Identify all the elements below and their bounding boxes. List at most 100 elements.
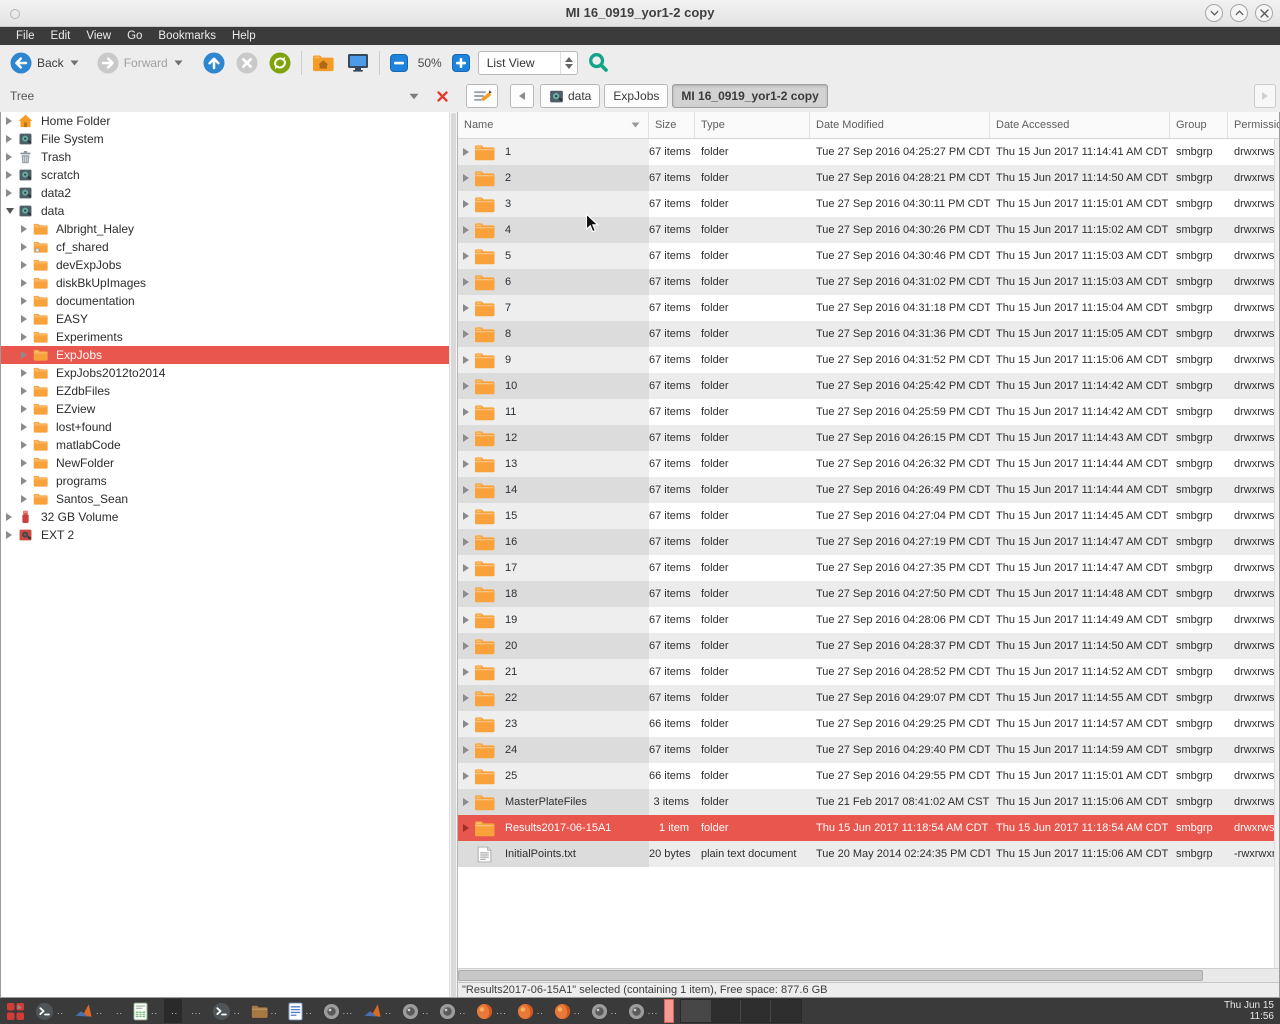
table-row[interactable]: MasterPlateFiles 3 items folder Tue 21 F… [458,789,1280,815]
taskbar-item[interactable]: .. [247,999,282,1023]
sidebar-tree-item-documentation[interactable]: documentation [0,292,457,310]
table-row[interactable]: 8 67 items folder Tue 27 Sep 2016 04:31:… [458,321,1280,347]
row-expander-icon[interactable] [458,303,474,313]
table-row[interactable]: 21 67 items folder Tue 27 Sep 2016 04:28… [458,659,1280,685]
expander-icon[interactable] [20,494,33,504]
table-row[interactable]: 19 67 items folder Tue 27 Sep 2016 04:28… [458,607,1280,633]
column-header-date-accessed[interactable]: Date Accessed [990,112,1170,138]
workspace-cell-4[interactable] [771,1000,801,1022]
table-row[interactable]: 25 66 items folder Tue 27 Sep 2016 04:29… [458,763,1280,789]
taskbar-item[interactable]: .. [164,999,182,1023]
expander-icon[interactable] [5,170,18,180]
table-row[interactable]: 9 67 items folder Tue 27 Sep 2016 04:31:… [458,347,1280,373]
taskbar-item[interactable]: .. [31,999,68,1023]
sidebar-tree-item-lost-found[interactable]: lost+found [0,418,457,436]
table-row[interactable]: 2 67 items folder Tue 27 Sep 2016 04:28:… [458,165,1280,191]
expander-icon[interactable] [20,404,33,414]
expander-icon[interactable] [20,440,33,450]
app-launcher-button[interactable] [2,999,29,1023]
taskbar-item[interactable]: .. [359,999,396,1023]
sidebar-tree-item-expjobs2012to2014[interactable]: ExpJobs2012to2014 [0,364,457,382]
sidebar-tree-item-scratch[interactable]: scratch [0,166,457,184]
column-header-type[interactable]: Type [695,112,810,138]
taskbar-item[interactable]: ... [319,999,358,1023]
view-mode-select[interactable]: List View [478,51,578,75]
menu-file[interactable]: File [8,27,43,45]
expander-icon[interactable] [20,332,33,342]
expander-icon[interactable] [20,314,33,324]
table-row[interactable]: 4 67 items folder Tue 27 Sep 2016 04:30:… [458,217,1280,243]
table-row[interactable]: 22 67 items folder Tue 27 Sep 2016 04:29… [458,685,1280,711]
expander-icon[interactable] [5,207,18,215]
expander-icon[interactable] [20,476,33,486]
sidebar-tree-item-data[interactable]: data [0,202,457,220]
desktop-button[interactable] [347,53,369,72]
menu-bookmarks[interactable]: Bookmarks [150,27,224,45]
expander-icon[interactable] [20,368,33,378]
expander-icon[interactable] [20,242,33,252]
taskbar-item[interactable]: .. [208,999,245,1023]
table-row[interactable]: 20 67 items folder Tue 27 Sep 2016 04:28… [458,633,1280,659]
table-row[interactable]: 14 67 items folder Tue 27 Sep 2016 04:26… [458,477,1280,503]
expander-icon[interactable] [20,278,33,288]
menu-edit[interactable]: Edit [43,27,79,45]
sidebar-tree-item-easy[interactable]: EASY [0,310,457,328]
table-row[interactable]: 23 66 items folder Tue 27 Sep 2016 04:29… [458,711,1280,737]
sidebar-tree-item-albright-haley[interactable]: Albright_Haley [0,220,457,238]
zoom-in-button[interactable] [452,54,470,72]
row-expander-icon[interactable] [458,797,474,807]
sidebar-tree-item-data2[interactable]: data2 [0,184,457,202]
row-expander-icon[interactable] [458,823,474,833]
taskbar-item[interactable]: .. [109,999,127,1023]
sidebar-tree-item-trash[interactable]: Trash [0,148,457,166]
back-dropdown-icon[interactable] [70,60,79,66]
column-header-group[interactable]: Group [1170,112,1228,138]
sidebar-tree-item-cf-shared[interactable]: cf_shared [0,238,457,256]
workspace-cell-2[interactable] [711,1000,741,1022]
taskbar-item[interactable]: .. [513,999,548,1023]
side-pane-mode-icon[interactable] [409,93,419,100]
table-row[interactable]: 24 67 items folder Tue 27 Sep 2016 04:29… [458,737,1280,763]
maximize-button[interactable] [1230,4,1248,22]
sidebar-scrollbar[interactable] [449,112,457,998]
window-menu-icon[interactable] [10,9,20,19]
sidebar-tree-item-programs[interactable]: programs [0,472,457,490]
column-header-date-modified[interactable]: Date Modified [810,112,990,138]
taskbar-item[interactable]: .. [70,999,107,1023]
sidebar-tree-item-home-folder[interactable]: Home Folder [0,112,457,130]
pathbar-crumb[interactable]: ExpJobs [604,84,668,108]
stop-button[interactable] [236,52,258,74]
edit-path-button[interactable] [466,84,498,108]
sidebar-tree-item-matlabcode[interactable]: matlabCode [0,436,457,454]
row-expander-icon[interactable] [458,563,474,573]
table-row[interactable]: 7 67 items folder Tue 27 Sep 2016 04:31:… [458,295,1280,321]
minimize-button[interactable] [1205,4,1223,22]
taskbar-item[interactable]: ... [184,999,206,1023]
table-row[interactable]: 6 67 items folder Tue 27 Sep 2016 04:31:… [458,269,1280,295]
view-mode-spinner[interactable] [560,52,577,74]
file-list-vscrollbar[interactable] [1274,139,1280,968]
table-row[interactable]: 5 67 items folder Tue 27 Sep 2016 04:30:… [458,243,1280,269]
table-row[interactable]: Results2017-06-15A1 1 item folder Thu 15… [458,815,1280,841]
row-expander-icon[interactable] [458,719,474,729]
row-expander-icon[interactable] [458,693,474,703]
forward-dropdown-icon[interactable] [174,60,183,66]
taskbar-item[interactable] [664,999,674,1023]
expander-icon[interactable] [20,260,33,270]
pathbar-crumb[interactable]: MI 16_0919_yor1-2 copy [672,84,827,108]
row-expander-icon[interactable] [458,511,474,521]
refresh-button[interactable] [269,52,291,74]
up-button[interactable] [203,52,225,74]
table-row[interactable]: 13 67 items folder Tue 27 Sep 2016 04:26… [458,451,1280,477]
scroll-path-left-button[interactable] [510,84,534,108]
sidebar-tree-item-ext-2[interactable]: EXT 2 [0,526,457,544]
workspace-cell-1[interactable] [681,1000,711,1022]
expander-icon[interactable] [20,224,33,234]
expander-icon[interactable] [20,386,33,396]
menu-view[interactable]: View [78,27,119,45]
file-list-hscrollbar[interactable] [458,968,1280,982]
menu-help[interactable]: Help [224,27,264,45]
row-expander-icon[interactable] [458,147,474,157]
taskbar-item[interactable]: .. [129,999,162,1023]
expander-icon[interactable] [5,512,18,522]
